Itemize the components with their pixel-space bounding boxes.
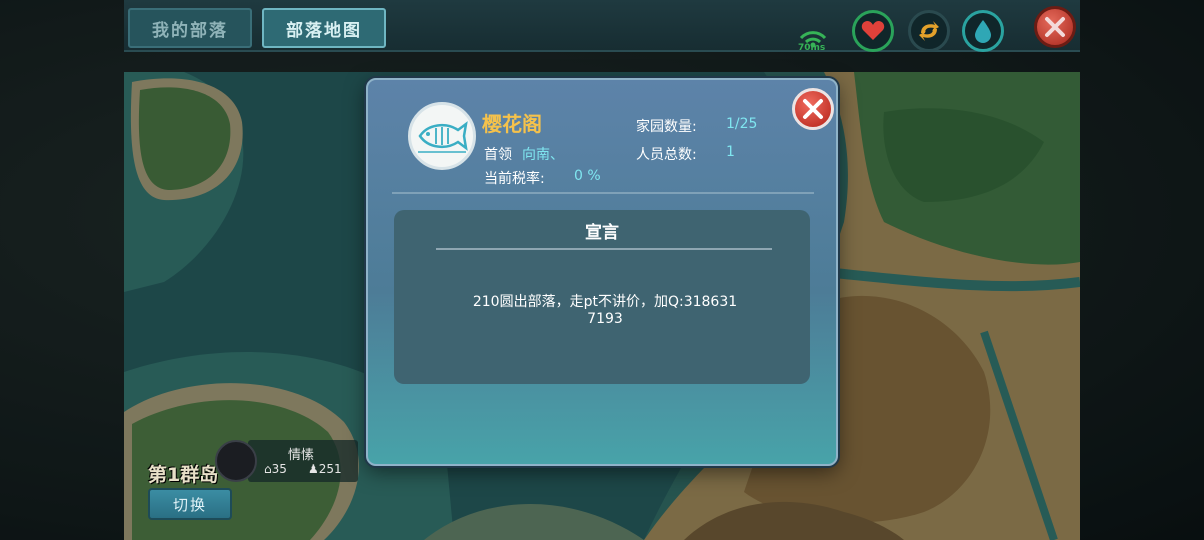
close-dialog-button[interactable] [792, 88, 834, 130]
tribe-plate-name: 情愫 [288, 448, 315, 463]
members-label: 人员总数: [636, 147, 697, 163]
people-count: 251 [318, 462, 342, 476]
tax-value: 0 % [574, 168, 601, 184]
stamina-ring[interactable] [908, 10, 950, 52]
tribe-plate-homes: ⌂35 [264, 462, 287, 476]
fish-emblem-icon [418, 121, 468, 153]
stamina-icon [919, 21, 939, 41]
switch-island-button[interactable]: 切换 [148, 488, 232, 520]
declaration-text: 210圆出部落，走pt不讲价，加Q:318631 7193 [440, 294, 770, 328]
water-drop-icon [975, 20, 991, 43]
declaration-line-1: 210圆出部落，走pt不讲价，加Q:318631 [472, 294, 738, 310]
leader-label: 首领 [484, 147, 512, 163]
heart-icon [861, 21, 885, 40]
tab-my-tribe-label: 我的部落 [152, 20, 228, 41]
homes-count: 35 [271, 462, 287, 476]
water-ring[interactable] [962, 10, 1004, 52]
declaration-panel: 宣言 210圆出部落，走pt不讲价，加Q:318631 7193 [394, 210, 810, 384]
dialog-divider [392, 192, 814, 194]
tribe-name: 樱花阁 [482, 112, 542, 136]
close-icon [803, 99, 823, 119]
homes-label: 家园数量: [636, 119, 697, 135]
close-icon [1045, 17, 1065, 37]
members-value: 1 [726, 144, 735, 160]
health-ring[interactable] [852, 10, 894, 52]
declaration-line-2: 7193 [587, 311, 623, 327]
declaration-title: 宣言 [585, 223, 619, 243]
tab-my-tribe[interactable]: 我的部落 [128, 8, 252, 48]
leader-value: 向南、 [522, 147, 564, 163]
tribe-info-dialog: 樱花阁 首领 向南、 当前税率: 0 % 家园数量: 1/25 人员总数: 1 … [366, 78, 838, 466]
tax-label: 当前税率: [484, 171, 545, 187]
game-screen: 我的部落 部落地图 70ms 情愫 ⌂35 ♟251 第1群岛 切换 樱花阁 首… [0, 0, 1204, 540]
ping-readout: 70ms [798, 43, 826, 53]
close-map-button[interactable] [1034, 6, 1076, 48]
tab-tribe-map-label: 部落地图 [286, 20, 362, 41]
homes-value: 1/25 [726, 116, 758, 132]
tribe-avatar [408, 102, 476, 170]
island-label: 第1群岛 [148, 464, 219, 486]
tab-tribe-map[interactable]: 部落地图 [262, 8, 386, 48]
tribe-emblem-icon [215, 440, 257, 482]
tribe-plate-people: ♟251 [308, 462, 342, 476]
declaration-divider [436, 248, 772, 250]
